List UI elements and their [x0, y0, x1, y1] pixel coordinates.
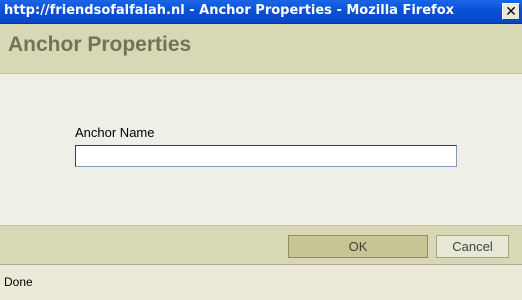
status-bar: Done [0, 264, 522, 300]
window-title: http://friendsofalfalah.nl - Anchor Prop… [4, 3, 455, 18]
ok-button[interactable]: OK [288, 235, 428, 258]
dialog-header: Anchor Properties [0, 24, 522, 74]
dialog-footer: OK Cancel [0, 225, 522, 264]
status-text: Done [4, 275, 33, 289]
close-icon: ✕ [505, 3, 517, 20]
dialog-title: Anchor Properties [8, 33, 192, 56]
window-titlebar: http://friendsofalfalah.nl - Anchor Prop… [0, 0, 522, 24]
cancel-button[interactable]: Cancel [436, 235, 509, 258]
anchor-name-label: Anchor Name [75, 125, 155, 140]
anchor-name-input[interactable] [75, 145, 457, 167]
dialog-content: Anchor Name [0, 74, 522, 225]
close-window-button[interactable]: ✕ [502, 3, 520, 20]
